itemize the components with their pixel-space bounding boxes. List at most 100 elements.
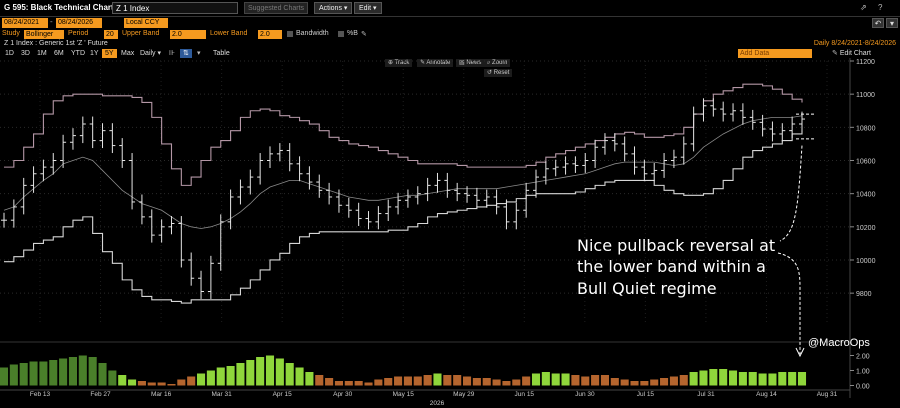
histogram-bar (364, 382, 373, 386)
histogram-bar (78, 355, 87, 386)
edit-chart-button[interactable]: ✎ Edit Chart (832, 49, 871, 57)
edit-menu[interactable]: Edit ▾ (354, 2, 382, 14)
y-tick-label: 10600 (856, 158, 876, 165)
period-1y[interactable]: 1Y (87, 49, 102, 58)
histogram-bar (256, 357, 265, 386)
info-row: Z 1 Index : Generic 1st 'Z ' Future Dail… (0, 40, 900, 49)
histogram-bar (246, 360, 255, 386)
edit-label: Edit (359, 5, 372, 12)
window-title: G 595: Black Technical Chart (4, 3, 114, 12)
ticker-input[interactable]: Z 1 Index (112, 2, 238, 14)
histogram-bar (531, 373, 541, 386)
date-row: 08/24/2021 - 08/24/2026 Local CCY ↶ ▾ (0, 17, 900, 30)
period-ytd[interactable]: YTD (68, 49, 88, 58)
annotation-line-1: Nice pullback reversal at (577, 236, 775, 255)
percentb-checkbox[interactable] (338, 31, 344, 37)
histogram-bar (600, 375, 610, 386)
x-tick-label: Mar 31 (211, 391, 232, 398)
histogram-bar (778, 372, 787, 386)
undo-icon[interactable]: ↶ (872, 18, 884, 28)
help-icon[interactable]: ? (878, 3, 882, 12)
histogram-bar (433, 373, 442, 386)
x-tick-label: Apr 15 (273, 391, 293, 398)
histogram-bar (196, 373, 206, 386)
price-chart[interactable]: 112001100010800106001040010200100009800 … (0, 58, 900, 408)
histogram-bar (423, 375, 432, 386)
histogram-bar (226, 366, 235, 386)
lower-band-field[interactable]: 2.0 (258, 30, 282, 39)
x-tick-label: Jul 31 (697, 391, 715, 398)
study-select[interactable]: Bollinger (24, 30, 64, 39)
histogram-bar (118, 375, 127, 386)
x-axis-year-label: 2026 (430, 400, 445, 407)
period-1d[interactable]: 1D (2, 49, 17, 58)
grid (0, 60, 850, 323)
period-6m[interactable]: 6M (51, 49, 67, 58)
histogram-bar (788, 372, 797, 386)
histogram-bar (541, 372, 550, 386)
end-date-field[interactable]: 08/24/2026 (56, 18, 102, 28)
period-field[interactable]: 20 (104, 30, 118, 39)
lower-band-label: Lower Band (210, 30, 248, 37)
x-tick-label: Feb 13 (30, 391, 51, 398)
histogram-bar (29, 361, 38, 386)
actions-menu[interactable]: Actions ▾ (314, 2, 353, 14)
histogram-bar (187, 376, 196, 386)
histogram-bar (403, 376, 412, 386)
export-icon[interactable]: ⇗ (860, 3, 867, 12)
chart-type-icon[interactable]: ⊪ (166, 49, 178, 58)
settings-icon[interactable]: ▾ (886, 18, 898, 28)
security-description: Z 1 Index : Generic 1st 'Z ' Future (4, 40, 108, 47)
period-1m[interactable]: 1M (34, 49, 50, 58)
histogram-bar (709, 369, 718, 386)
histogram-bar (551, 373, 560, 386)
author-handle: @MacroOps (808, 337, 870, 349)
start-date-field[interactable]: 08/24/2021 (2, 18, 48, 28)
add-data-field[interactable]: Add Data (738, 49, 812, 58)
annotation-line-3: Bull Quiet regime (577, 279, 717, 298)
date-separator: - (50, 17, 53, 26)
frequency-select[interactable]: Daily ▾ (137, 49, 164, 58)
suggested-charts-button[interactable]: Suggested Charts (244, 2, 308, 14)
study-label: Study (2, 30, 20, 37)
period-5y[interactable]: 5Y (102, 49, 117, 58)
more-icon[interactable]: ▾ (194, 49, 204, 58)
histogram-bar (275, 358, 284, 386)
histogram-bar (39, 361, 48, 386)
actions-label: Actions (319, 5, 342, 12)
upper-band-field[interactable]: 2.0 (170, 30, 206, 39)
histogram-bar (482, 378, 491, 386)
histogram-bar (758, 373, 767, 386)
y-tick-label: 10200 (856, 225, 876, 232)
histogram-bar (797, 372, 807, 386)
y-tick-label: 11200 (856, 59, 875, 66)
period-label: Period (68, 30, 89, 37)
pencil-icon[interactable]: ✎ (361, 30, 367, 38)
arrow-to-histogram (777, 252, 801, 354)
histogram-bar (108, 370, 117, 386)
histogram-bar (334, 381, 344, 386)
histogram-bar (620, 379, 629, 386)
frequency-label: Daily (140, 50, 156, 57)
histogram-bar (512, 379, 521, 386)
indicator-icon[interactable]: ⇅ (180, 49, 192, 58)
histogram-bar (561, 373, 570, 386)
histogram-tick-label: 2.00 (856, 354, 870, 361)
histogram-bar (325, 378, 334, 386)
histogram-tick-label: 1.00 (856, 369, 870, 376)
x-tick-label: Jun 15 (515, 391, 535, 398)
histogram-bar (305, 372, 314, 386)
histogram-bar (472, 378, 481, 386)
bandwidth-checkbox[interactable] (287, 31, 293, 37)
period-max[interactable]: Max (118, 49, 137, 58)
x-tick-label: May 29 (453, 391, 475, 398)
currency-select[interactable]: Local CCY (124, 18, 168, 28)
histogram-bar (581, 376, 590, 386)
histogram-tick-label: 0.00 (856, 384, 870, 391)
period-3d[interactable]: 3D (18, 49, 33, 58)
table-button[interactable]: Table (210, 49, 233, 58)
histogram-bar (216, 367, 225, 386)
y-tick-label: 11000 (856, 92, 875, 99)
histogram-bar (49, 360, 58, 386)
histogram-bar (285, 363, 294, 386)
